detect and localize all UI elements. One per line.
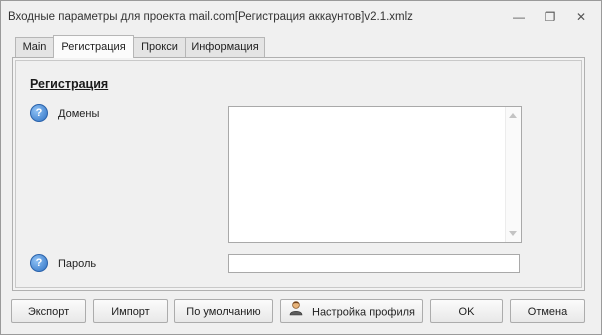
title-bar: Входные параметры для проекта mail.com[Р… (1, 1, 601, 34)
user-profile-icon (288, 300, 304, 325)
export-button[interactable]: Экспорт (11, 299, 86, 323)
help-icon-domains[interactable]: ? (30, 104, 48, 122)
import-button[interactable]: Импорт (93, 299, 168, 323)
tab-registration[interactable]: Регистрация (53, 35, 134, 58)
tab-proxy[interactable]: Прокси (133, 37, 186, 57)
help-icon-password[interactable]: ? (30, 254, 48, 272)
section-title: Регистрация (30, 77, 109, 91)
password-input[interactable] (228, 254, 520, 273)
tab-main[interactable]: Main (15, 37, 54, 57)
settings-group: Регистрация ? Домены ? Пароль (15, 60, 582, 288)
domains-label: Домены (58, 108, 100, 120)
default-button[interactable]: По умолчанию (174, 299, 273, 323)
input-parameters-dialog: Входные параметры для проекта mail.com[Р… (0, 0, 602, 335)
password-label: Пароль (58, 258, 97, 270)
profile-settings-button[interactable]: Настройка профиля (280, 299, 423, 323)
restore-button[interactable]: ❐ (542, 10, 558, 24)
window-title: Входные параметры для проекта mail.com[Р… (8, 11, 413, 23)
scroll-up-arrow-icon[interactable] (509, 113, 517, 118)
tab-panel: Регистрация ? Домены ? Пароль (12, 57, 585, 291)
cancel-button[interactable]: Отмена (510, 299, 585, 323)
ok-button[interactable]: OK (430, 299, 503, 323)
tab-information[interactable]: Информация (185, 37, 265, 57)
scroll-down-arrow-icon[interactable] (509, 231, 517, 236)
profile-settings-label: Настройка профиля (312, 306, 415, 319)
domains-scrollbar[interactable] (505, 107, 521, 242)
domains-textarea[interactable] (228, 106, 522, 243)
minimize-button[interactable]: — (511, 10, 527, 24)
close-button[interactable]: ✕ (573, 10, 589, 24)
